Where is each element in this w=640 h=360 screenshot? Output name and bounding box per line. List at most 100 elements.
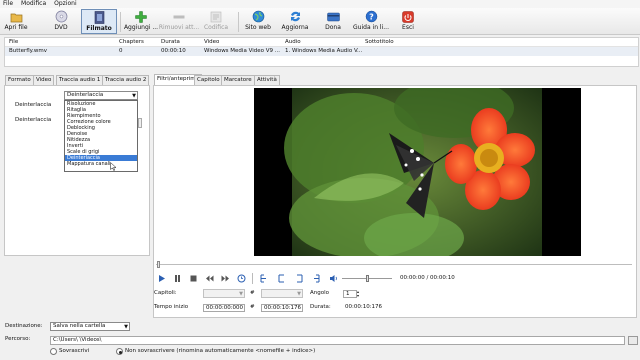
browse-button[interactable] bbox=[628, 336, 638, 345]
refresh-icon bbox=[289, 10, 302, 23]
open-file-button[interactable]: Apri file bbox=[3, 9, 29, 34]
add-icon bbox=[135, 10, 148, 23]
cell-file: Butterfly.wmv bbox=[9, 48, 48, 54]
tab-video[interactable]: Video bbox=[33, 75, 55, 85]
hash-label-2: # bbox=[250, 304, 255, 310]
tab-marker[interactable]: Marcatore bbox=[221, 75, 255, 85]
rewind-icon bbox=[206, 275, 214, 282]
destination-select[interactable]: Salva nella cartella ▼ bbox=[50, 322, 130, 331]
update-button[interactable]: Aggiorna bbox=[281, 9, 309, 34]
chevron-down-icon: ▼ bbox=[132, 93, 136, 99]
film-button[interactable]: Filmato bbox=[81, 9, 117, 34]
rewind-button[interactable] bbox=[205, 274, 214, 283]
start-time-value: 00:00:00:000 bbox=[206, 305, 244, 311]
path-label: Percorso: bbox=[5, 336, 31, 342]
column-header-file[interactable]: File bbox=[9, 38, 18, 46]
cell-chapters: 0 bbox=[119, 48, 123, 54]
filter-select[interactable]: Deinterlaccia ▼ bbox=[64, 91, 138, 100]
cell-duration: 00:00:10 bbox=[161, 48, 186, 54]
chapter-number-select[interactable]: ▼ bbox=[261, 289, 303, 298]
website-label: Sito web bbox=[245, 24, 271, 31]
filter-label-2: Deinterlaccia bbox=[15, 117, 52, 123]
globe-icon bbox=[252, 10, 265, 23]
destination-value: Salva nella cartella bbox=[53, 323, 106, 329]
path-value: C:\Users\ \Videos\ bbox=[53, 337, 102, 343]
toolbar-separator bbox=[120, 12, 121, 32]
remove-label: Rimuovi att... bbox=[158, 24, 200, 31]
controls-separator bbox=[252, 273, 253, 284]
mouse-cursor-icon bbox=[110, 161, 117, 173]
stop-button[interactable] bbox=[189, 274, 198, 283]
encode-icon bbox=[210, 10, 223, 23]
path-field[interactable]: C:\Users\ \Videos\ bbox=[50, 336, 625, 345]
bracket-left-icon bbox=[260, 274, 266, 283]
website-button[interactable]: Sito web bbox=[244, 9, 272, 34]
menu-file[interactable]: File bbox=[3, 0, 13, 8]
forward-button[interactable] bbox=[221, 274, 230, 283]
svg-text:?: ? bbox=[369, 13, 374, 22]
start-time-field[interactable]: 00:00:00:000 bbox=[203, 304, 245, 312]
file-table-header: File Chapters Durata Video Audio Sottoti… bbox=[5, 38, 638, 47]
dvd-label: DVD bbox=[54, 24, 68, 31]
destination-label: Destinazione: bbox=[5, 323, 43, 329]
volume-button[interactable] bbox=[329, 274, 338, 283]
column-header-subtitle[interactable]: Sottotitolo bbox=[365, 38, 394, 46]
tab-audio-track-2[interactable]: Traccia audio 2 bbox=[102, 75, 150, 85]
dvd-button[interactable]: DVD bbox=[50, 9, 72, 34]
column-header-video[interactable]: Video bbox=[204, 38, 219, 46]
mark-start-button[interactable] bbox=[277, 274, 286, 283]
help-button[interactable]: ? Guida in li... bbox=[353, 9, 389, 34]
menu-opzioni[interactable]: Opzioni bbox=[54, 0, 77, 8]
volume-handle[interactable] bbox=[366, 275, 369, 282]
open-file-label: Apri file bbox=[4, 24, 28, 31]
tab-formato[interactable]: Formato bbox=[5, 75, 34, 85]
clock-button[interactable] bbox=[237, 274, 246, 283]
film-label: Filmato bbox=[86, 25, 112, 32]
play-button[interactable] bbox=[157, 274, 166, 283]
exit-icon bbox=[402, 10, 415, 23]
chapters-select[interactable]: ▼ bbox=[203, 289, 245, 298]
tab-activity[interactable]: Attività bbox=[254, 75, 280, 85]
donate-icon bbox=[326, 10, 340, 23]
column-header-duration[interactable]: Durata bbox=[161, 38, 180, 46]
encode-button[interactable]: Codifica bbox=[203, 9, 229, 34]
open-file-icon bbox=[10, 10, 23, 23]
overwrite-radio[interactable] bbox=[50, 348, 57, 355]
add-label: Aggiungi ... bbox=[123, 24, 159, 31]
chevron-down-icon: ▼ bbox=[239, 291, 243, 297]
end-time-field[interactable]: 00:00:10:176 bbox=[261, 304, 303, 312]
filter-dropdown-list: Risoluzione Ritaglia Riempimento Correzi… bbox=[64, 100, 138, 172]
play-icon bbox=[159, 275, 165, 282]
fast-forward-icon bbox=[221, 275, 229, 282]
list-item[interactable]: Mappatura canali bbox=[65, 161, 137, 167]
filter-label: Deinterlaccia bbox=[15, 102, 52, 108]
update-label: Aggiorna bbox=[281, 24, 309, 31]
donate-button[interactable]: Dona bbox=[323, 9, 343, 34]
exit-button[interactable]: Esci bbox=[398, 9, 418, 34]
overwrite-label: Sovrascrivi bbox=[59, 348, 90, 354]
column-header-chapters[interactable]: Chapters bbox=[119, 38, 144, 46]
angle-stepper-arrows[interactable]: ▴ ▾ bbox=[357, 290, 359, 298]
mark-in-button[interactable] bbox=[259, 274, 268, 283]
mark-out-button[interactable] bbox=[312, 274, 321, 283]
film-icon bbox=[93, 11, 106, 24]
remove-button[interactable]: Rimuovi att... bbox=[158, 9, 200, 34]
mark-end-button[interactable] bbox=[295, 274, 304, 283]
menu-modifica[interactable]: Modifica bbox=[21, 0, 46, 8]
column-header-audio[interactable]: Audio bbox=[285, 38, 301, 46]
tab-chapter[interactable]: Capitolo bbox=[194, 75, 223, 85]
speaker-icon bbox=[330, 275, 337, 282]
timeline-slider[interactable] bbox=[156, 261, 632, 268]
no-overwrite-radio[interactable] bbox=[116, 348, 123, 355]
pause-button[interactable] bbox=[173, 274, 182, 283]
chapters-label: Capitoli: bbox=[154, 290, 177, 296]
video-preview bbox=[254, 78, 581, 263]
table-row[interactable]: Butterfly.wmv 0 00:00:10 Windows Media V… bbox=[5, 47, 638, 56]
bracket-start-icon bbox=[278, 274, 284, 283]
add-button[interactable]: Aggiungi ... bbox=[124, 9, 158, 34]
angle-stepper[interactable]: 1 bbox=[343, 290, 357, 298]
cell-audio: 1. Windows Media Audio V... bbox=[285, 48, 363, 54]
bracket-right-icon bbox=[314, 274, 320, 283]
tab-audio-track-1[interactable]: Traccia audio 1 bbox=[56, 75, 104, 85]
timeline-handle[interactable] bbox=[157, 261, 160, 268]
